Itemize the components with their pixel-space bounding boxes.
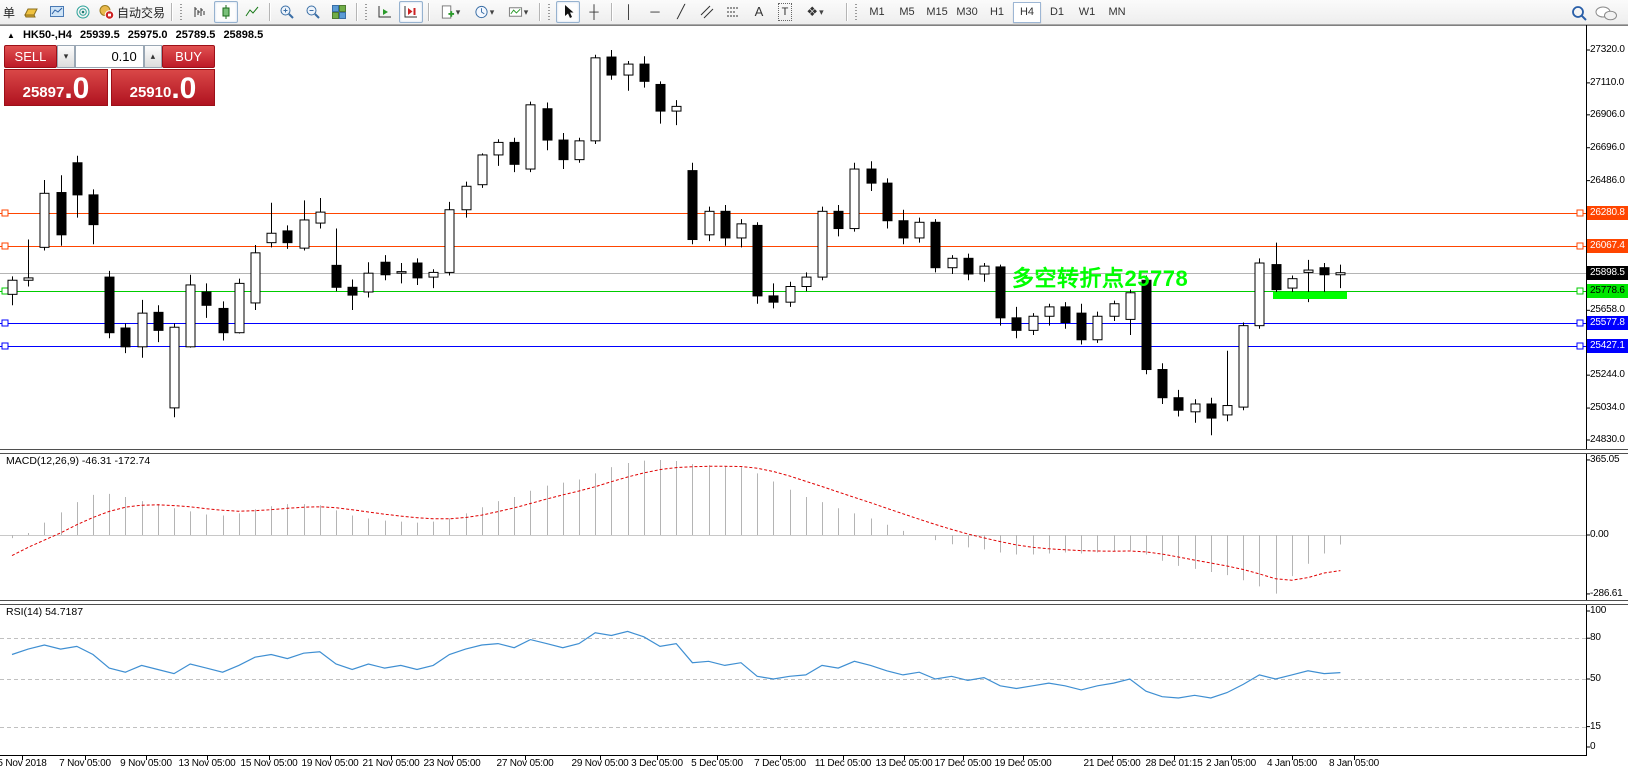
time-axis-label: 2 Jan 05:00 [1206, 758, 1256, 769]
axis-tick-label: -286.61 [1590, 587, 1623, 600]
axis-tick-label: 26906.0 [1590, 108, 1625, 121]
axis-tick-label: 25658.0 [1590, 303, 1625, 316]
axis-tick-label: 26696.0 [1590, 141, 1625, 154]
chart-canvas[interactable] [0, 0, 1628, 774]
time-axis-label: 5 Dec 05:00 [691, 758, 743, 769]
price-level-label: 25778.6 [1587, 284, 1628, 298]
price-level-label: 25577.8 [1587, 316, 1628, 330]
symbol-period-label: HK50-,H4 [23, 29, 72, 41]
macd-indicator-label: MACD(12,26,9) -46.31 -172.74 [6, 455, 150, 467]
line-handle[interactable] [1577, 243, 1583, 249]
axis-tick-label: 80 [1590, 631, 1601, 644]
axis-tick-label: 27320.0 [1590, 43, 1625, 56]
price-level-label: 25427.1 [1587, 339, 1628, 353]
time-axis-label: 11 Dec 05:00 [815, 758, 871, 769]
high-value: 25975.0 [128, 29, 168, 41]
time-axis-label: 19 Nov 05:00 [301, 758, 358, 769]
time-axis-label: 8 Jan 05:00 [1329, 758, 1379, 769]
line-handle[interactable] [2, 288, 8, 294]
volume-increase-button[interactable]: ▴ [144, 45, 162, 68]
time-axis-label: 4 Jan 05:00 [1267, 758, 1317, 769]
sell-price-frac: .0 [64, 75, 89, 103]
axis-tick-label: 100 [1590, 604, 1606, 617]
sell-price-panel[interactable]: 25897 .0 [4, 69, 108, 106]
line-handle[interactable] [1577, 288, 1583, 294]
time-axis-label: 27 Nov 05:00 [496, 758, 553, 769]
volume-input[interactable]: 0.10 [75, 45, 144, 68]
sell-price-int: 25897 [23, 83, 65, 103]
time-axis-label: 21 Dec 05:00 [1083, 758, 1140, 769]
line-handle[interactable] [1577, 343, 1583, 349]
time-axis-label: 7 Dec 05:00 [754, 758, 806, 769]
axis-tick-label: 365.05 [1590, 453, 1619, 466]
buy-price-panel[interactable]: 25910 .0 [111, 69, 215, 106]
axis-tick-label: 0.00 [1590, 528, 1609, 541]
axis-tick-label: 0 [1590, 740, 1595, 753]
time-axis-label: 7 Nov 05:00 [59, 758, 111, 769]
sell-button[interactable]: SELL [4, 45, 57, 68]
volume-decrease-button[interactable]: ▾ [57, 45, 75, 68]
line-handle[interactable] [1577, 320, 1583, 326]
time-axis-label: 15 Nov 05:00 [240, 758, 297, 769]
one-click-trading-panel: SELL ▾ 0.10 ▴ BUY 25897 .0 25910 .0 [4, 45, 215, 106]
open-value: 25939.5 [80, 29, 120, 41]
axis-tick-label: 25244.0 [1590, 368, 1625, 381]
time-axis-label: 9 Nov 05:00 [120, 758, 172, 769]
price-axis[interactable]: 27320.027110.026906.026696.026486.025868… [1590, 0, 1628, 774]
line-handle[interactable] [1577, 210, 1583, 216]
time-axis-label: 29 Nov 05:00 [571, 758, 628, 769]
axis-tick-label: 27110.0 [1590, 76, 1624, 89]
symbol-info-line: ▲ HK50-,H4 25939.5 25975.0 25789.5 25898… [7, 29, 268, 41]
candles [8, 50, 1345, 435]
time-axis-label: 13 Dec 05:00 [875, 758, 932, 769]
price-level-label: 26280.8 [1587, 206, 1628, 220]
line-handle[interactable] [2, 243, 8, 249]
rsi-line [12, 631, 1340, 698]
line-handle[interactable] [2, 210, 8, 216]
pane-separator[interactable] [0, 449, 1628, 454]
time-axis-label: 13 Nov 05:00 [178, 758, 235, 769]
axis-tick-label: 26486.0 [1590, 174, 1625, 187]
buy-button[interactable]: BUY [162, 45, 215, 68]
time-axis-label: 23 Nov 05:00 [423, 758, 480, 769]
time-axis-label: 3 Dec 05:00 [631, 758, 683, 769]
price-level-label: 26067.4 [1587, 239, 1628, 253]
pane-separator[interactable] [0, 600, 1628, 605]
time-axis-label: 17 Dec 05:00 [934, 758, 991, 769]
buy-price-int: 25910 [130, 83, 172, 103]
close-value: 25898.5 [223, 29, 263, 41]
turning-point-highlight-bar[interactable] [1273, 292, 1347, 299]
line-handle[interactable] [2, 343, 8, 349]
axis-tick-label: 24830.0 [1590, 433, 1625, 446]
axis-tick-label: 50 [1590, 672, 1601, 685]
time-axis[interactable]: 5 Nov 2018 7 Nov 05:00 9 Nov 05:00 13 Nov 0… [0, 758, 1628, 774]
time-axis-label: 5 Nov 2018 [0, 758, 47, 769]
buy-price-frac: .0 [171, 75, 196, 103]
collapse-arrow-icon[interactable]: ▲ [7, 31, 15, 40]
macd-histogram [13, 460, 1341, 594]
rsi-indicator-label: RSI(14) 54.7187 [6, 606, 83, 618]
axis-tick-label: 15 [1590, 720, 1601, 733]
axis-tick-label: 25034.0 [1590, 401, 1625, 414]
line-handle[interactable] [2, 320, 8, 326]
time-axis-label: 19 Dec 05:00 [994, 758, 1051, 769]
turning-point-annotation[interactable]: 多空转折点25778 [1012, 261, 1188, 293]
low-value: 25789.5 [176, 29, 216, 41]
time-axis-label: 21 Nov 05:00 [362, 758, 419, 769]
price-level-label: 25898.5 [1587, 266, 1628, 280]
time-axis-label: 28 Dec 01:15 [1145, 758, 1202, 769]
